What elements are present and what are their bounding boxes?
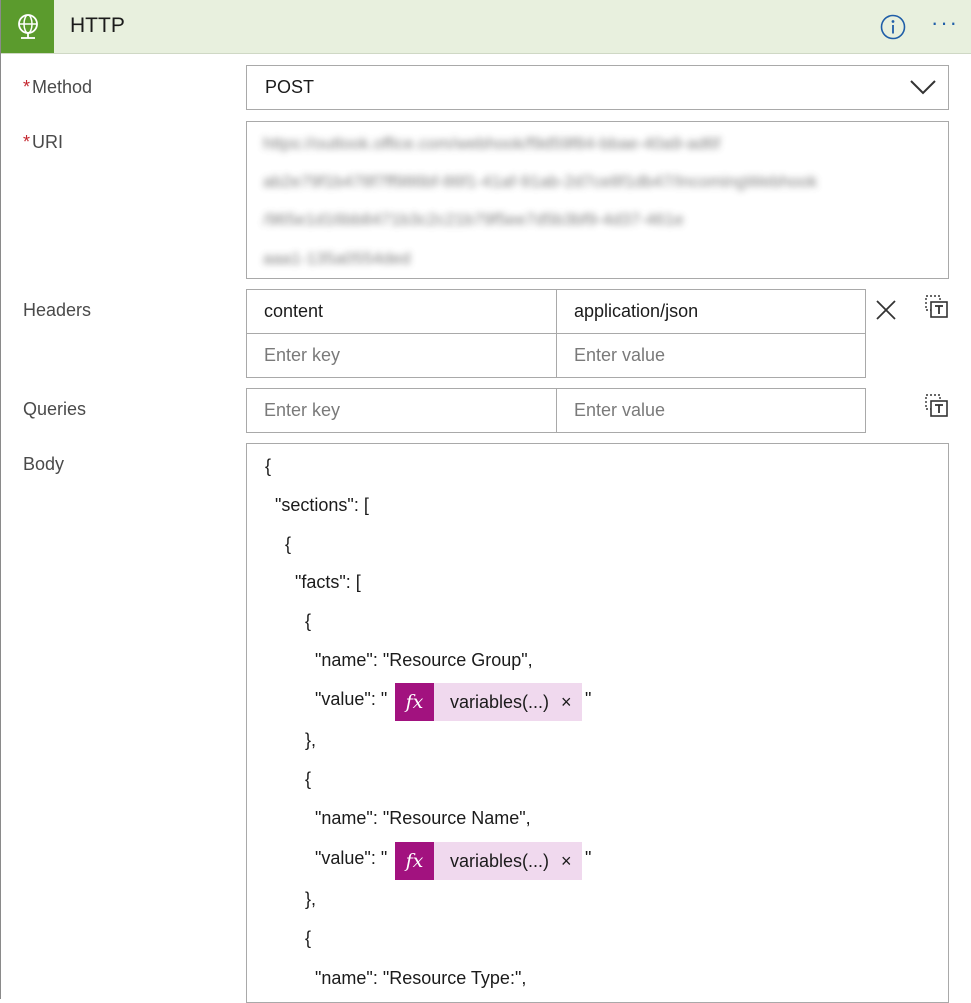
- expression-token[interactable]: fx variables(...) ×: [395, 842, 582, 880]
- code-line: {: [265, 769, 312, 789]
- switch-text-mode-icon[interactable]: [925, 394, 949, 423]
- globe-icon: [1, 0, 54, 53]
- uri-label: * URI: [23, 132, 63, 153]
- function-icon: fx: [395, 683, 434, 721]
- code-line: },: [265, 889, 317, 909]
- code-quote: ": [585, 848, 592, 868]
- queries-label: Queries: [23, 399, 87, 419]
- header-key-input[interactable]: Enter key: [247, 334, 556, 377]
- required-asterisk: *: [23, 77, 31, 97]
- method-label-text: Method: [32, 77, 93, 97]
- uri-text-line: ab2e79f1b478f7ff986bf-86f1-41af-91ab-2d7…: [263, 172, 818, 191]
- close-icon[interactable]: [876, 300, 896, 325]
- query-value-input[interactable]: Enter value: [557, 389, 865, 432]
- code-line: "sections": [: [265, 495, 369, 515]
- remove-token-button[interactable]: ×: [561, 692, 572, 713]
- header-value-input[interactable]: Enter value: [557, 334, 865, 377]
- queries-table: Enter key Enter value: [246, 388, 866, 433]
- more-options-button[interactable]: ···: [931, 10, 959, 36]
- code-line: "value": ": [265, 689, 388, 709]
- header-value-field[interactable]: application/json: [557, 290, 865, 333]
- uri-input[interactable]: https://outlook.office.com/webhook/f9d59…: [246, 121, 949, 279]
- method-value: POST: [265, 77, 315, 97]
- info-icon[interactable]: [880, 14, 906, 45]
- code-quote: ": [585, 689, 592, 709]
- code-line: },: [265, 730, 317, 750]
- code-line: {: [265, 928, 312, 948]
- code-line: {: [265, 611, 312, 631]
- code-line: "name": "Resource Type:",: [265, 968, 527, 988]
- code-line: "name": "Resource Name",: [265, 808, 531, 828]
- expression-token[interactable]: fx variables(...) ×: [395, 683, 582, 721]
- switch-text-mode-icon[interactable]: [925, 295, 949, 324]
- chevron-down-icon: [910, 78, 936, 101]
- uri-text-line: aaa1-135a0554ded: [263, 249, 411, 268]
- body-editor[interactable]: { "sections": [ { "facts": [ { "name": "…: [246, 443, 949, 1003]
- code-line: {: [265, 534, 292, 554]
- action-header[interactable]: HTTP ···: [1, 0, 971, 54]
- action-title: HTTP: [70, 14, 125, 37]
- body-label: Body: [23, 454, 65, 474]
- uri-text-line: /965e1d16bb8471b3c2c21b79f5ee7d5b3bf9-4d…: [263, 210, 684, 229]
- remove-token-button[interactable]: ×: [561, 851, 572, 872]
- code-line: "facts": [: [265, 572, 361, 592]
- required-asterisk: *: [23, 132, 31, 152]
- method-dropdown[interactable]: POST: [246, 65, 949, 110]
- uri-text-line: https://outlook.office.com/webhook/f9d59…: [263, 134, 721, 153]
- function-icon: fx: [395, 842, 434, 880]
- http-action-card: HTTP ··· * Method POST * URI https://outlo…: [0, 0, 971, 1003]
- headers-table: content application/json Enter key Enter…: [246, 289, 866, 378]
- uri-label-text: URI: [32, 132, 64, 152]
- code-line: {: [265, 456, 272, 476]
- method-label: * Method: [23, 77, 92, 98]
- token-label: variables(...): [450, 850, 550, 871]
- code-line: "name": "Resource Group",: [265, 650, 533, 670]
- query-key-input[interactable]: Enter key: [247, 389, 556, 432]
- token-label: variables(...): [450, 691, 550, 712]
- header-key-field[interactable]: content: [247, 290, 556, 333]
- headers-label: Headers: [23, 300, 92, 320]
- code-line: "value": ": [265, 848, 388, 868]
